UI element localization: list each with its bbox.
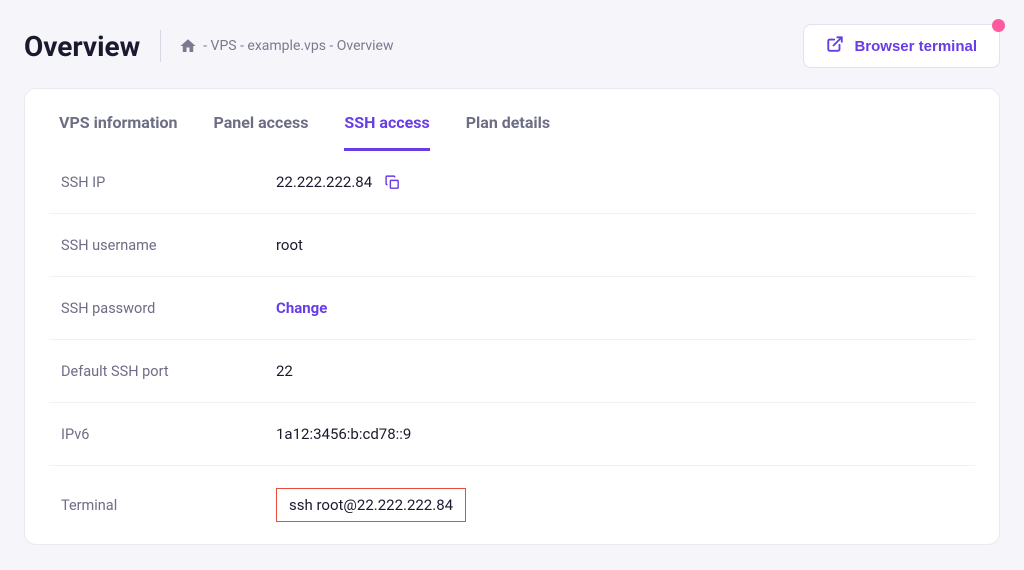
home-icon[interactable] xyxy=(179,37,197,55)
row-terminal: Terminal ssh root@22.222.222.84 xyxy=(49,466,975,544)
external-link-icon xyxy=(826,35,844,57)
browser-terminal-button[interactable]: Browser terminal xyxy=(803,24,1000,68)
notification-dot-icon xyxy=(992,19,1005,32)
ssh-port-value: 22 xyxy=(276,362,293,380)
tab-vps-information[interactable]: VPS information xyxy=(59,99,177,151)
change-password-link[interactable]: Change xyxy=(276,299,327,317)
ipv6-value: 1a12:3456:b:cd78::9 xyxy=(276,425,411,443)
overview-card: VPS information Panel access SSH access … xyxy=(24,88,1000,545)
browser-terminal-label: Browser terminal xyxy=(854,38,977,55)
breadcrumb-text: - VPS - example.vps - Overview xyxy=(203,38,393,54)
terminal-command: ssh root@22.222.222.84 xyxy=(276,488,466,522)
copy-icon[interactable] xyxy=(384,174,401,191)
tabs: VPS information Panel access SSH access … xyxy=(25,89,999,151)
ssh-username-label: SSH username xyxy=(61,237,276,254)
page-title: Overview xyxy=(24,30,140,63)
row-ssh-username: SSH username root xyxy=(49,214,975,277)
ssh-port-label: Default SSH port xyxy=(61,363,276,380)
row-ssh-port: Default SSH port 22 xyxy=(49,340,975,403)
tab-plan-details[interactable]: Plan details xyxy=(466,99,550,151)
tab-panel-access[interactable]: Panel access xyxy=(213,99,308,151)
ssh-username-value: root xyxy=(276,236,303,254)
ipv6-label: IPv6 xyxy=(61,426,276,443)
ssh-ip-value: 22.222.222.84 xyxy=(276,173,372,191)
ssh-password-label: SSH password xyxy=(61,300,276,317)
row-ipv6: IPv6 1a12:3456:b:cd78::9 xyxy=(49,403,975,466)
header-divider xyxy=(160,30,161,62)
ssh-ip-label: SSH IP xyxy=(61,174,276,191)
terminal-label: Terminal xyxy=(61,497,276,514)
row-ssh-ip: SSH IP 22.222.222.84 xyxy=(49,151,975,214)
row-ssh-password: SSH password Change xyxy=(49,277,975,340)
breadcrumb[interactable]: - VPS - example.vps - Overview xyxy=(179,37,393,55)
tab-ssh-access[interactable]: SSH access xyxy=(344,99,429,151)
